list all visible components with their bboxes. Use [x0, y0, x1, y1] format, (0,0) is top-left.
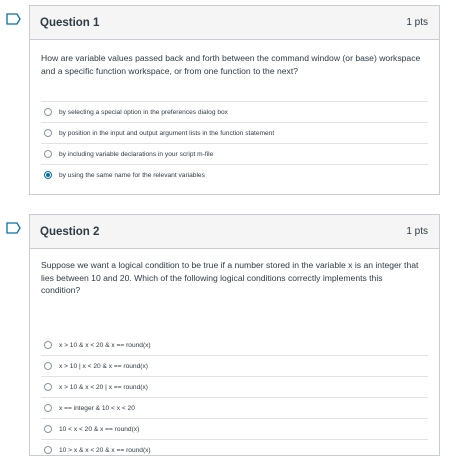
answer-label: 10 < x < 20 & x == round(x): [59, 425, 140, 433]
answer-option[interactable]: x > 10 & x < 20 | x == round(x): [41, 376, 428, 397]
radio-button-icon[interactable]: [44, 150, 52, 158]
flag-question-2-icon[interactable]: [6, 222, 22, 234]
answer-label: x > 10 & x < 20 | x == round(x): [59, 383, 148, 391]
radio-button-icon[interactable]: [44, 108, 52, 116]
question-2-header: Question 2 1 pts: [30, 215, 439, 249]
question-1-text: How are variable values passed back and …: [41, 53, 421, 76]
question-2-card: Question 2 1 pts Suppose we want a logic…: [29, 214, 440, 456]
answer-label: 10 > x & x < 20 & x == round(x): [59, 446, 151, 454]
question-1-answers: by selecting a special option in the pre…: [41, 101, 428, 185]
answer-option[interactable]: by including variable declarations in yo…: [41, 143, 428, 164]
answer-label: x > 10 | x < 20 & x == round(x): [59, 362, 148, 370]
question-2-text: Suppose we want a logical condition to b…: [41, 260, 419, 296]
answer-option[interactable]: by selecting a special option in the pre…: [41, 101, 428, 122]
answer-option[interactable]: x > 10 & x < 20 & x == round(x): [41, 335, 428, 355]
question-2-title: Question 2: [40, 225, 100, 238]
question-1-points: 1 pts: [406, 17, 428, 28]
radio-button-icon[interactable]: [44, 404, 52, 412]
answer-label: x > 10 & x < 20 & x == round(x): [59, 341, 151, 349]
answer-label: by using the same name for the relevant …: [59, 171, 205, 179]
question-2-points: 1 pts: [406, 226, 428, 237]
radio-button-icon[interactable]: [44, 383, 52, 391]
question-1-header: Question 1 1 pts: [30, 6, 439, 40]
answer-option[interactable]: 10 > x & x < 20 & x == round(x): [41, 439, 428, 460]
answer-label: x == integer & 10 < x < 20: [59, 404, 135, 412]
flag-question-1-icon[interactable]: [6, 13, 22, 25]
answer-option[interactable]: x > 10 | x < 20 & x == round(x): [41, 355, 428, 376]
radio-button-icon[interactable]: [44, 446, 52, 454]
radio-button-icon[interactable]: [44, 362, 52, 370]
answer-option[interactable]: x == integer & 10 < x < 20: [41, 397, 428, 418]
answer-label: by including variable declarations in yo…: [59, 150, 214, 158]
question-1-title: Question 1: [40, 16, 100, 29]
answer-label: by position in the input and output argu…: [59, 129, 275, 137]
question-1-card: Question 1 1 pts How are variable values…: [29, 5, 440, 195]
answer-option[interactable]: by position in the input and output argu…: [41, 122, 428, 143]
radio-button-icon[interactable]: [44, 341, 52, 349]
answer-label: by selecting a special option in the pre…: [59, 108, 228, 116]
answer-option[interactable]: 10 < x < 20 & x == round(x): [41, 418, 428, 439]
radio-button-icon[interactable]: [44, 425, 52, 433]
answer-option-selected[interactable]: by using the same name for the relevant …: [41, 164, 428, 185]
radio-button-icon[interactable]: [44, 129, 52, 137]
question-2-answers: x > 10 & x < 20 & x == round(x) x > 10 |…: [41, 335, 428, 460]
radio-button-selected-icon[interactable]: [44, 171, 52, 179]
